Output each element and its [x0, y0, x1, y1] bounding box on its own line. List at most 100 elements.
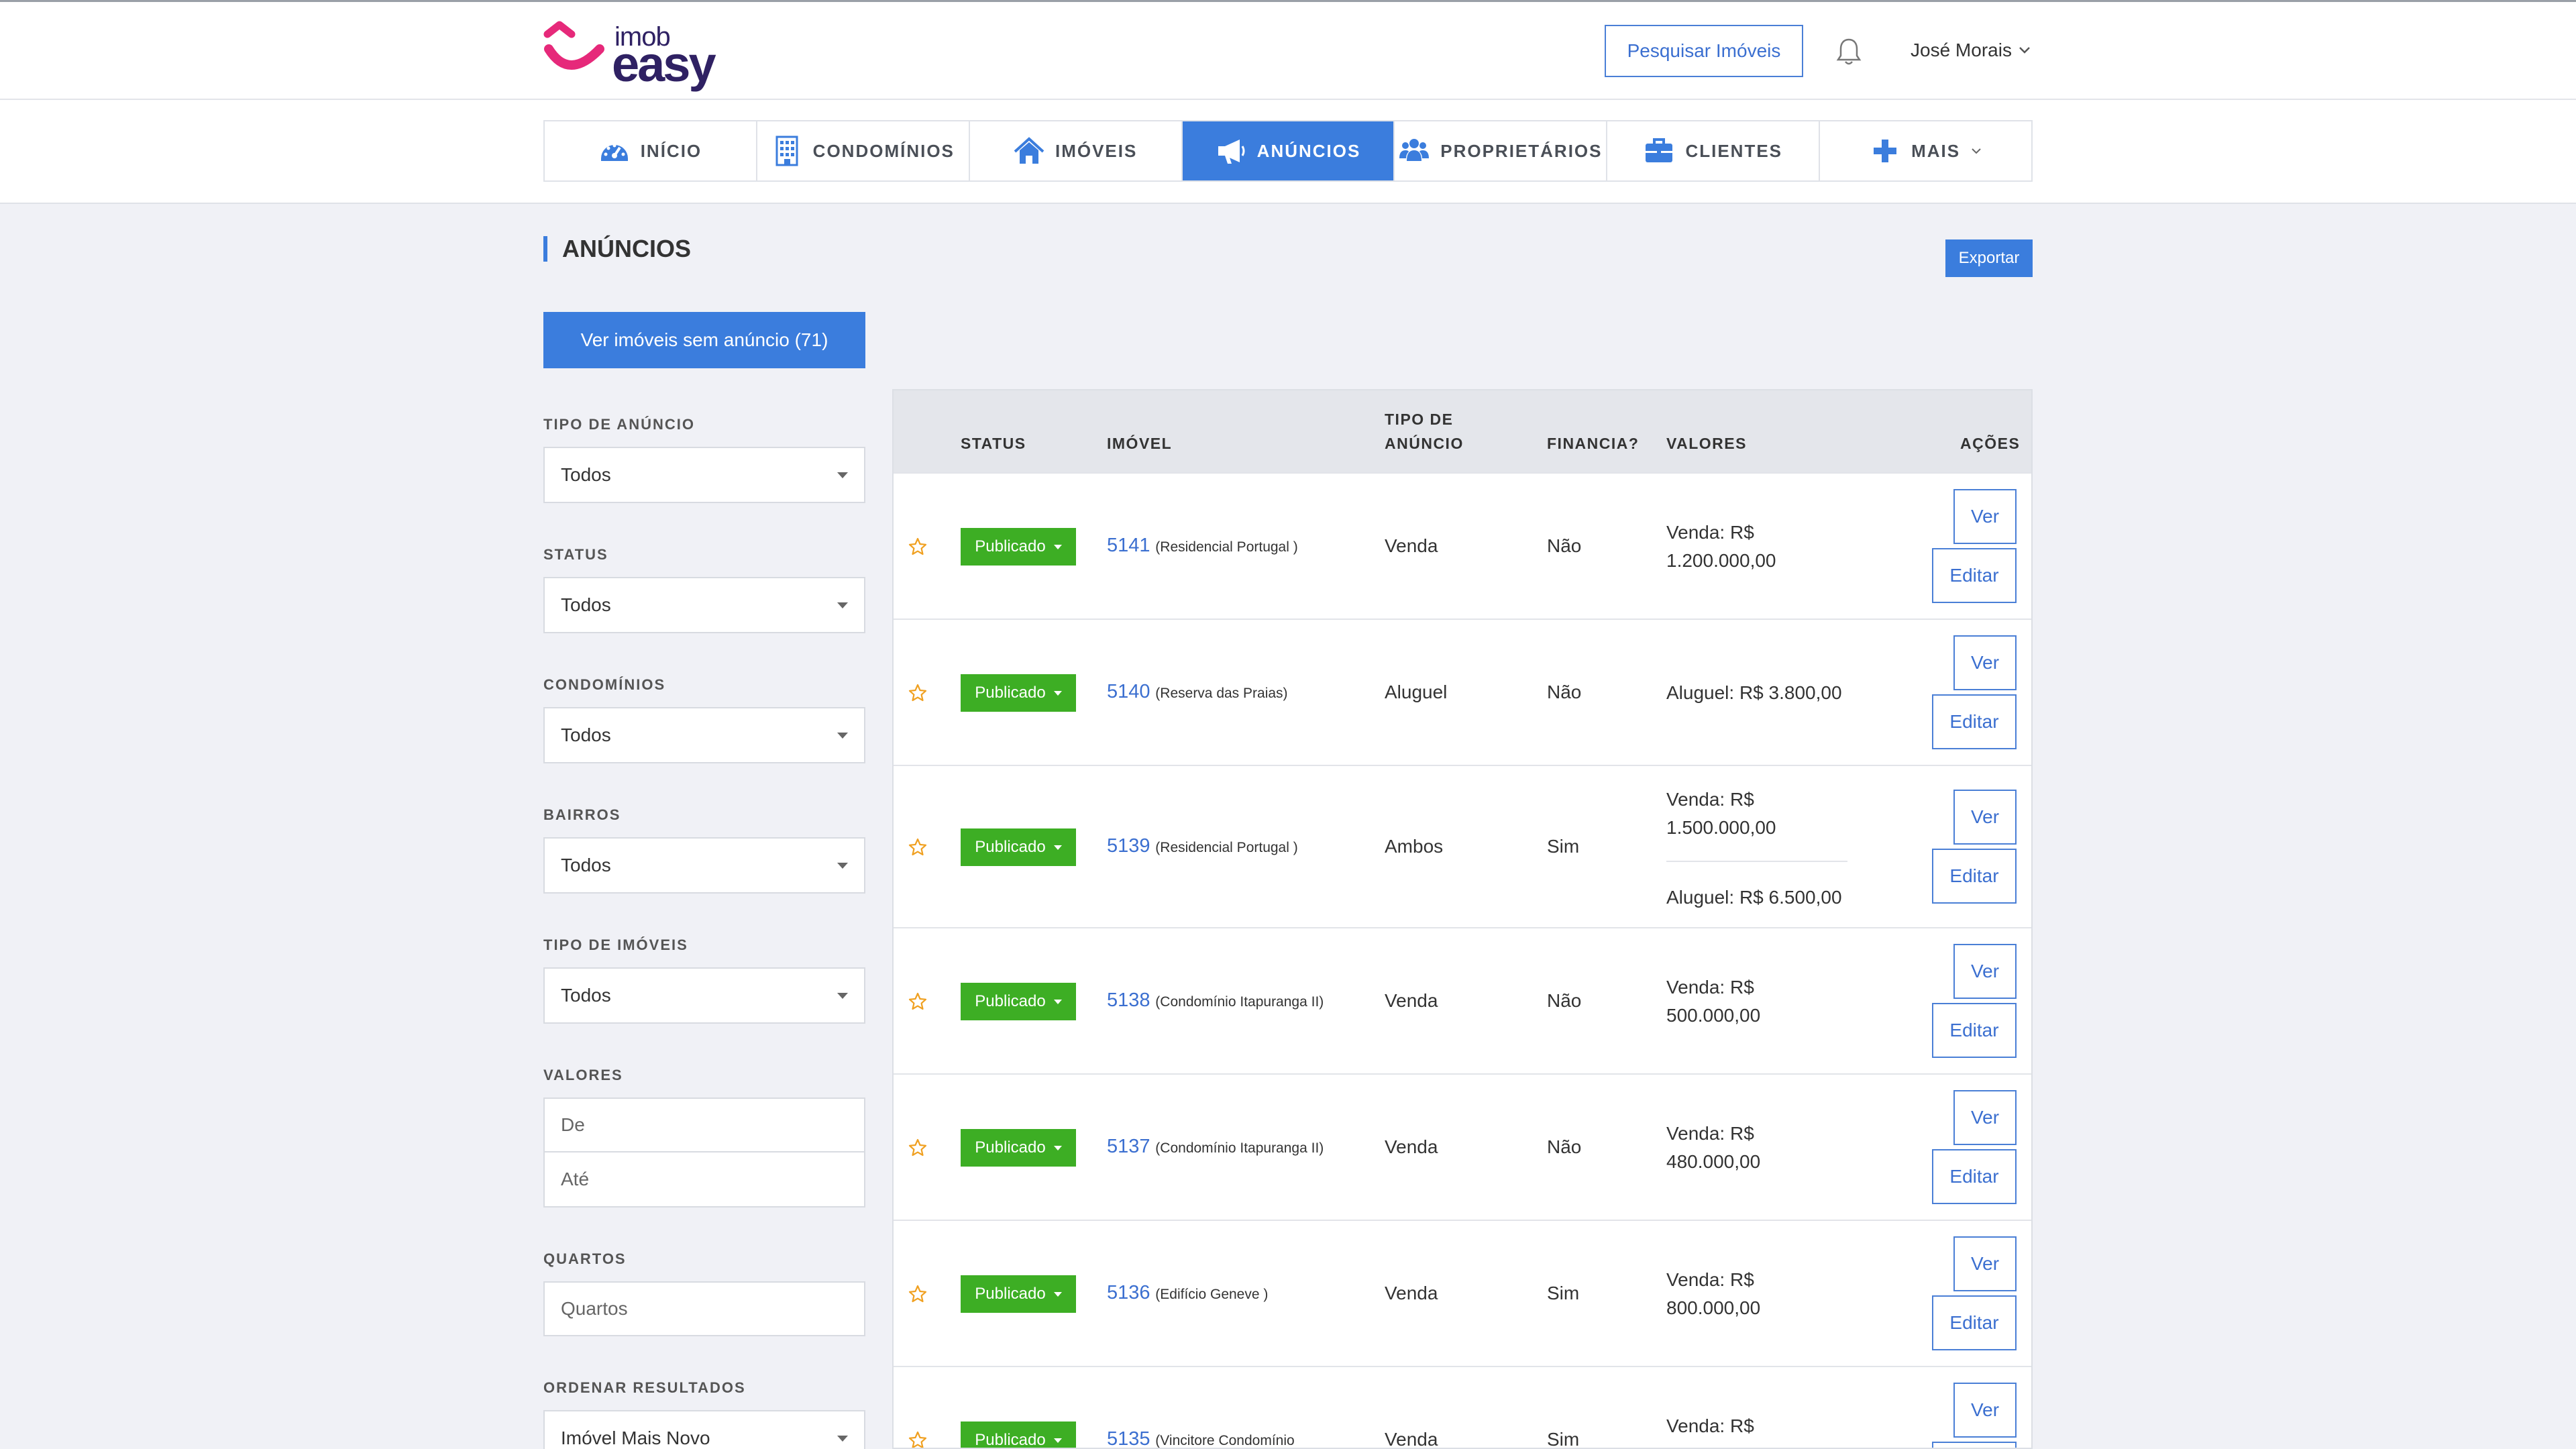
- valor-line: Venda: R$: [1666, 522, 1754, 543]
- valor-ate-input[interactable]: Até: [543, 1152, 865, 1208]
- nav-label-inicio: INÍCIO: [640, 140, 702, 161]
- logo-text-easy: easy: [612, 36, 716, 92]
- status-badge[interactable]: Publicado: [961, 983, 1076, 1020]
- row-financia: Não: [1547, 535, 1582, 556]
- nav-mais[interactable]: MAIS: [1820, 121, 2031, 180]
- status-badge[interactable]: Publicado: [961, 528, 1076, 566]
- imovel-code-link[interactable]: 5140: [1107, 681, 1150, 702]
- ordenar-select[interactable]: Imóvel Mais Novo: [543, 1410, 865, 1449]
- status-badge[interactable]: Publicado: [961, 1421, 1076, 1449]
- row-tipo: Venda: [1385, 1136, 1438, 1157]
- star-icon[interactable]: [908, 537, 927, 556]
- user-menu[interactable]: José Morais: [1911, 40, 2031, 61]
- star-icon[interactable]: [908, 1138, 927, 1157]
- imovel-code-link[interactable]: 5139: [1107, 835, 1150, 857]
- tipo-imoveis-select[interactable]: Todos: [543, 967, 865, 1024]
- dashboard-icon: [600, 144, 628, 161]
- valor-line: 800.000,00: [1666, 1297, 1761, 1318]
- ver-button[interactable]: Ver: [1953, 1090, 2017, 1145]
- star-icon[interactable]: [908, 1285, 927, 1303]
- row-valor: Venda: R$ 500.000,00: [1666, 973, 1760, 1030]
- view-unlisted-button[interactable]: Ver imóveis sem anúncio (71): [543, 312, 865, 368]
- imovel-code-link[interactable]: 5138: [1107, 989, 1150, 1011]
- filters-panel: TIPO DE ANÚNCIO Todos STATUS Todos CONDO…: [543, 416, 865, 1449]
- search-properties-button[interactable]: Pesquisar Imóveis: [1605, 25, 1803, 77]
- caret-down-icon: [1053, 690, 1062, 696]
- row-valor: Aluguel: R$ 3.800,00: [1666, 682, 1842, 703]
- row-valor: Venda: R$ 800.000,00: [1666, 1266, 1760, 1322]
- valor-line: Venda: R$: [1666, 977, 1754, 998]
- ver-button[interactable]: Ver: [1953, 1383, 2017, 1438]
- nav-anuncios[interactable]: ANÚNCIOS: [1182, 121, 1395, 180]
- condominios-select[interactable]: Todos: [543, 707, 865, 763]
- star-icon[interactable]: [908, 1431, 927, 1449]
- ver-button[interactable]: Ver: [1953, 790, 2017, 845]
- editar-button[interactable]: Editar: [1932, 1442, 2017, 1448]
- imovel-condominio: (Residencial Portugal ): [1155, 539, 1298, 555]
- status-badge[interactable]: Publicado: [961, 1275, 1076, 1313]
- export-button[interactable]: Exportar: [1945, 239, 2033, 277]
- editar-button[interactable]: Editar: [1932, 548, 2017, 603]
- imovel-code-link[interactable]: 5141: [1107, 535, 1150, 556]
- header-status: STATUS: [961, 435, 1026, 452]
- nav-label-mais: MAIS: [1911, 140, 1961, 161]
- nav-clientes[interactable]: CLIENTES: [1607, 121, 1821, 180]
- imobeasy-logo[interactable]: imob easy: [542, 19, 716, 89]
- ver-button[interactable]: Ver: [1953, 1236, 2017, 1291]
- filter-label: TIPO DE ANÚNCIO: [543, 416, 695, 433]
- nav-condominios[interactable]: CONDOMÍNIOS: [757, 121, 970, 180]
- editar-button[interactable]: Editar: [1932, 694, 2017, 749]
- filter-label: VALORES: [543, 1067, 623, 1083]
- row-valor: Venda: R$ 1.200.000,00: [1666, 519, 1776, 575]
- valor-de-input[interactable]: De: [543, 1097, 865, 1152]
- chevron-down-icon: [2019, 47, 2030, 54]
- status-badge[interactable]: Publicado: [961, 1129, 1076, 1167]
- filter-label: QUARTOS: [543, 1250, 627, 1267]
- caret-down-icon: [837, 992, 848, 999]
- ver-button[interactable]: Ver: [1953, 489, 2017, 544]
- caret-down-icon: [1053, 544, 1062, 549]
- imovel-code-link[interactable]: 5137: [1107, 1136, 1150, 1157]
- caret-down-icon: [837, 1435, 848, 1442]
- page-title: ANÚNCIOS: [543, 236, 691, 262]
- row-tipo: Venda: [1385, 535, 1438, 556]
- star-icon[interactable]: [908, 992, 927, 1011]
- status-label: Publicado: [975, 537, 1046, 555]
- briefcase-icon: [1646, 138, 1673, 162]
- ver-button[interactable]: Ver: [1953, 944, 2017, 999]
- filter-label: CONDOMÍNIOS: [543, 676, 666, 693]
- imovel-code-link[interactable]: 5136: [1107, 1282, 1150, 1303]
- bairros-select[interactable]: Todos: [543, 837, 865, 894]
- nav-label-condominios: CONDOMÍNIOS: [812, 140, 955, 161]
- editar-button[interactable]: Editar: [1932, 1149, 2017, 1204]
- star-icon[interactable]: [908, 684, 927, 702]
- row-imovel: 5138 (Condomínio Itapuranga II): [1107, 989, 1324, 1012]
- row-imovel: 5136 (Edifício Geneve ): [1107, 1282, 1268, 1304]
- valor-line: Venda: R$: [1666, 1123, 1754, 1144]
- status-label: Publicado: [975, 1431, 1046, 1449]
- status-badge[interactable]: Publicado: [961, 828, 1076, 866]
- tipo-anuncio-select[interactable]: Todos: [543, 447, 865, 503]
- editar-button[interactable]: Editar: [1932, 1295, 2017, 1350]
- status-select[interactable]: Todos: [543, 577, 865, 633]
- row-financia: Não: [1547, 682, 1582, 702]
- row-tipo: Venda: [1385, 990, 1438, 1011]
- caret-down-icon: [1053, 999, 1062, 1004]
- status-badge[interactable]: Publicado: [961, 674, 1076, 712]
- ver-button[interactable]: Ver: [1953, 635, 2017, 690]
- filter-ordenar: ORDENAR RESULTADOS Imóvel Mais Novo: [543, 1379, 865, 1449]
- valor-line: 480.000,00: [1666, 1151, 1761, 1172]
- table-row: Publicado 5140 (Reserva das Praias) Alugue…: [894, 619, 2031, 765]
- row-imovel: 5140 (Reserva das Praias): [1107, 681, 1288, 703]
- imovel-code-link[interactable]: 5135: [1107, 1428, 1150, 1448]
- editar-button[interactable]: Editar: [1932, 1003, 2017, 1058]
- bell-icon[interactable]: [1835, 37, 1862, 66]
- select-value: Imóvel Mais Novo: [561, 1428, 710, 1448]
- nav-inicio[interactable]: INÍCIO: [545, 121, 757, 180]
- star-icon[interactable]: [908, 838, 927, 857]
- editar-button[interactable]: Editar: [1932, 849, 2017, 904]
- nav-proprietarios[interactable]: PROPRIETÁRIOS: [1395, 121, 1608, 180]
- nav-imoveis[interactable]: IMÓVEIS: [970, 121, 1183, 180]
- quartos-input[interactable]: Quartos: [543, 1281, 865, 1336]
- row-valor-aluguel: Aluguel: R$ 6.500,00: [1666, 887, 1842, 908]
